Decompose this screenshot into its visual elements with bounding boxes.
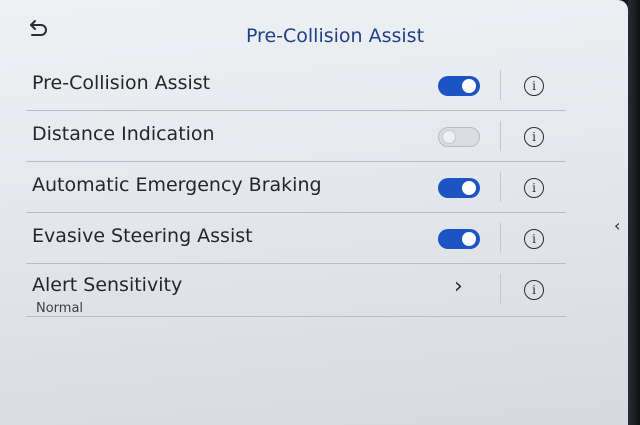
setting-label: Pre-Collision Assist <box>32 72 211 94</box>
back-icon[interactable] <box>26 18 50 40</box>
setting-row-automatic-emergency-braking[interactable]: Automatic Emergency Braking i <box>26 162 566 213</box>
alert-sensitivity-value: Normal <box>36 301 84 316</box>
pre-collision-assist-toggle[interactable] <box>438 76 480 96</box>
info-icon[interactable]: i <box>524 280 544 300</box>
setting-row-alert-sensitivity[interactable]: Alert Sensitivity Normal › i <box>26 264 566 317</box>
divider <box>500 121 501 151</box>
toggle-knob <box>462 232 476 246</box>
page-title: Pre-Collision Assist <box>245 25 425 47</box>
setting-row-distance-indication[interactable]: Distance Indication i <box>26 111 566 162</box>
divider <box>500 172 501 202</box>
toggle-knob <box>442 130 456 144</box>
chevron-left-icon[interactable]: ‹ <box>614 216 620 235</box>
settings-list: Pre-Collision Assist i Distance Indicati… <box>26 60 566 317</box>
toggle-knob <box>462 181 476 195</box>
chevron-right-icon[interactable]: › <box>454 274 463 299</box>
setting-label: Evasive Steering Assist <box>32 225 253 247</box>
screen: Pre-Collision Assist Pre-Collision Assis… <box>0 0 628 425</box>
setting-row-evasive-steering-assist[interactable]: Evasive Steering Assist i <box>26 213 566 264</box>
evasive-steering-assist-toggle[interactable] <box>438 229 480 249</box>
setting-label: Alert Sensitivity <box>32 274 183 296</box>
screen-bezel <box>628 0 640 425</box>
toggle-knob <box>462 79 476 93</box>
info-icon[interactable]: i <box>524 76 544 96</box>
divider <box>500 70 501 100</box>
automatic-emergency-braking-toggle[interactable] <box>438 178 480 198</box>
divider <box>500 223 501 253</box>
setting-label: Automatic Emergency Braking <box>32 174 322 196</box>
divider <box>500 274 501 304</box>
setting-row-pre-collision-assist[interactable]: Pre-Collision Assist i <box>26 60 566 111</box>
setting-label: Distance Indication <box>32 123 215 145</box>
info-icon[interactable]: i <box>524 229 544 249</box>
info-icon[interactable]: i <box>524 178 544 198</box>
distance-indication-toggle[interactable] <box>438 127 480 147</box>
info-icon[interactable]: i <box>524 127 544 147</box>
